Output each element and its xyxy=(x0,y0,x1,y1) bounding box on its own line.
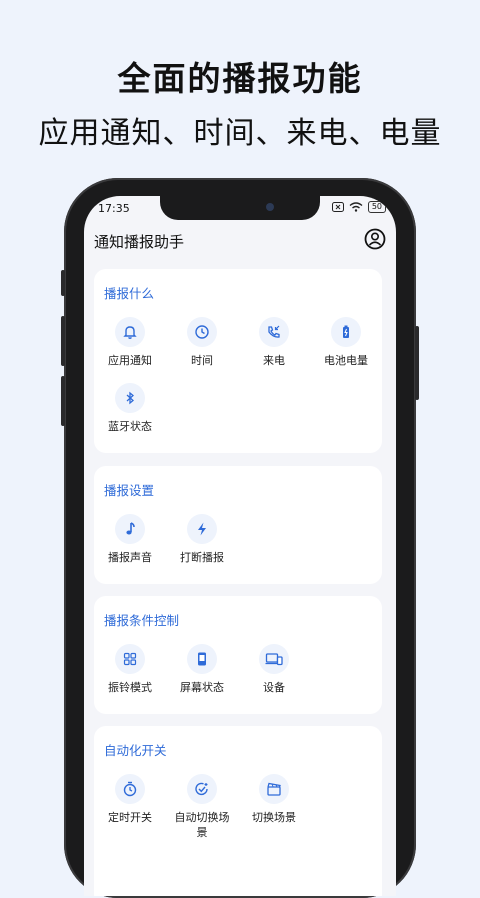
status-time: 17:35 xyxy=(98,202,130,215)
item-switch-scene[interactable]: 切换场景 xyxy=(238,774,310,825)
status-icons: 50 xyxy=(331,201,386,213)
item-timer-switch[interactable]: 定时开关 xyxy=(94,774,166,825)
screen-icon xyxy=(198,652,206,666)
item-label: 蓝牙状态 xyxy=(108,420,152,433)
item-label: 振铃模式 xyxy=(108,681,152,694)
bluetooth-icon xyxy=(126,391,134,405)
item-battery-level[interactable]: 电池电量 xyxy=(310,317,382,368)
user-profile-icon[interactable] xyxy=(364,228,386,250)
camera-icon xyxy=(266,203,274,211)
item-screen-state[interactable]: 屏幕状态 xyxy=(166,644,238,695)
section-announce-settings: 播报设置 播报声音 打断播报 xyxy=(94,466,382,584)
item-devices[interactable]: 设备 xyxy=(238,644,310,695)
item-label: 应用通知 xyxy=(108,354,152,367)
item-incoming-call[interactable]: 来电 xyxy=(238,317,310,368)
music-note-icon xyxy=(126,522,135,535)
scene-icon xyxy=(267,782,281,796)
lightning-icon xyxy=(198,522,206,536)
item-label: 打断播报 xyxy=(180,551,224,564)
auto-switch-icon xyxy=(195,782,208,796)
section-what-to-announce: 播报什么 应用通知 时间 来电 电池电量 蓝牙状态 xyxy=(94,269,382,453)
item-label: 切换场景 xyxy=(252,811,296,824)
bell-icon xyxy=(123,326,137,339)
item-interrupt-announce[interactable]: 打断播报 xyxy=(166,514,238,565)
timer-icon xyxy=(123,781,137,797)
item-ringer-mode[interactable]: 振铃模式 xyxy=(94,644,166,695)
clock-icon xyxy=(195,325,209,339)
promo-subline: 应用通知、时间、来电、电量 xyxy=(38,116,442,151)
promo-headline: 全面的播报功能 xyxy=(117,59,363,98)
item-label: 播报声音 xyxy=(108,551,152,564)
item-label: 电池电量 xyxy=(324,354,368,367)
wifi-icon xyxy=(349,202,363,212)
item-label: 屏幕状态 xyxy=(180,681,224,694)
phone-screen: 17:35 50 通知播报助手 播报什么 应用通知 时间 来电 电池电量 蓝牙状… xyxy=(84,196,396,896)
item-auto-switch-scene[interactable]: 自动切换场景 xyxy=(166,774,238,840)
battery-indicator: 50 xyxy=(367,201,386,213)
item-label: 定时开关 xyxy=(108,811,152,824)
item-label: 自动切换场景 xyxy=(174,811,230,839)
battery-icon xyxy=(343,325,349,338)
item-app-notification[interactable]: 应用通知 xyxy=(94,317,166,368)
item-label: 时间 xyxy=(191,354,213,367)
item-time[interactable]: 时间 xyxy=(166,317,238,368)
devices-icon xyxy=(265,653,283,666)
section-title: 播报设置 xyxy=(104,483,155,498)
phone-icon xyxy=(268,325,280,338)
item-label: 设备 xyxy=(263,681,285,694)
item-label: 来电 xyxy=(263,354,285,367)
sim-icon xyxy=(331,202,344,212)
section-title: 播报什么 xyxy=(104,286,155,301)
grid-icon xyxy=(123,652,137,666)
item-bluetooth-status[interactable]: 蓝牙状态 xyxy=(94,383,166,434)
phone-frame: 17:35 50 通知播报助手 播报什么 应用通知 时间 来电 电池电量 蓝牙状… xyxy=(61,178,419,898)
section-title: 播报条件控制 xyxy=(104,613,180,628)
item-announce-voice[interactable]: 播报声音 xyxy=(94,514,166,565)
notch xyxy=(160,196,320,220)
section-title: 自动化开关 xyxy=(104,743,167,758)
section-automation-switch: 自动化开关 定时开关 自动切换场景 切换场景 xyxy=(94,726,382,896)
app-title: 通知播报助手 xyxy=(94,233,185,251)
section-announce-conditions: 播报条件控制 振铃模式 屏幕状态 设备 xyxy=(94,596,382,714)
